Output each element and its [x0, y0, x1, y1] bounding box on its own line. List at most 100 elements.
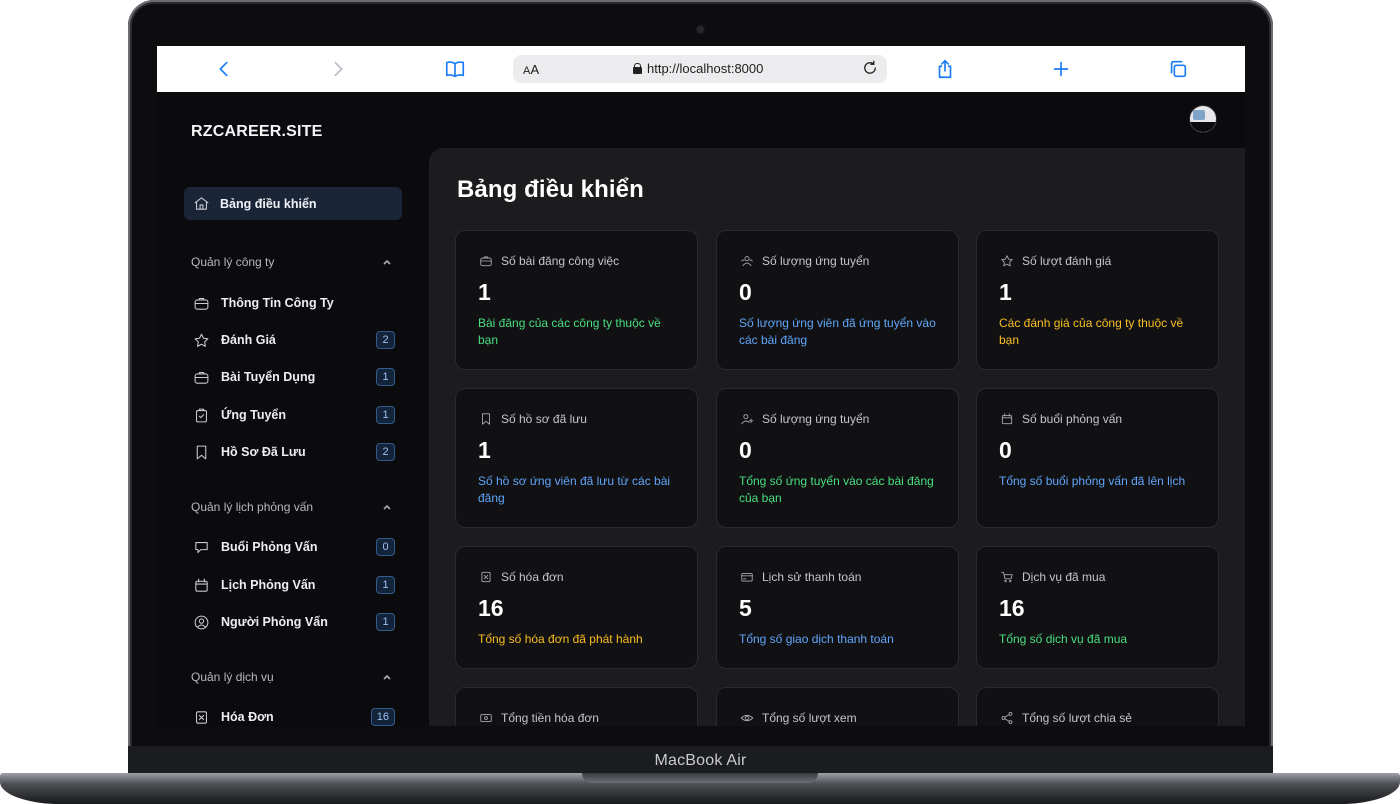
briefcase-icon [192, 294, 210, 312]
address-bar[interactable]: AA http://localhost:8000 [513, 55, 887, 83]
section-title-services[interactable]: Quản lý dịch vụ [191, 670, 274, 684]
card-value: 1 [478, 279, 491, 305]
eye-icon [739, 710, 754, 725]
stat-card-invoice-total[interactable]: Tổng tiền hóa đơn [455, 687, 698, 726]
stat-card-interviews[interactable]: Số buổi phỏng vấn 0 Tổng số buổi phỏng v… [976, 388, 1219, 528]
invoice-icon [192, 708, 210, 726]
page-title: Bảng điều khiển [457, 176, 644, 203]
card-title: Số lượng ứng tuyển [762, 253, 870, 268]
card-title: Tổng số lượt chia sẻ [1022, 710, 1132, 725]
card-value: 1 [999, 279, 1012, 305]
screen: AA http://localhost:8000 RZCAREER.SITE B… [157, 46, 1245, 726]
user-avatar[interactable] [1189, 105, 1217, 133]
card-value: 16 [999, 595, 1025, 621]
card-value: 0 [739, 437, 752, 463]
card-description: Số lượng ứng viên đã ứng tuyển vào các b… [739, 316, 936, 347]
sidebar-item-interviewers[interactable]: Người Phỏng Vấn 1 [192, 610, 396, 634]
chevron-up-icon[interactable] [381, 670, 393, 682]
home-icon [192, 195, 210, 213]
sidebar-item-interview-schedule[interactable]: Lịch Phỏng Vấn 1 [192, 573, 396, 597]
share-sheet-icon[interactable] [933, 57, 957, 81]
briefcase-icon [478, 253, 493, 268]
count-badge: 1 [376, 406, 395, 424]
text-size-button[interactable]: AA [523, 62, 539, 77]
sidebar-item-label: Người Phỏng Vấn [221, 615, 328, 629]
sidebar-item-applications[interactable]: Ứng Tuyển 1 [192, 403, 396, 427]
new-tab-icon[interactable] [1049, 57, 1073, 81]
stat-card-total-applications[interactable]: Số lượng ứng tuyển 0 Tổng số ứng tuyển v… [716, 388, 959, 528]
camera [697, 26, 704, 33]
card-title: Lịch sử thanh toán [762, 569, 862, 584]
stat-card-saved-profiles[interactable]: Số hồ sơ đã lưu 1 Số hồ sơ ứng viên đã l… [455, 388, 698, 528]
forward-icon[interactable] [326, 57, 350, 81]
card-value: 16 [478, 595, 504, 621]
device-label: MacBook Air [128, 746, 1273, 774]
briefcase-icon [192, 368, 210, 386]
stat-card-job-posts[interactable]: Số bài đăng công việc 1 Bài đăng của các… [455, 230, 698, 370]
cash-icon [478, 710, 493, 725]
sidebar-item-label: Hồ Sơ Đã Lưu [221, 445, 306, 459]
user-plus-icon [739, 411, 754, 426]
browser-toolbar: AA http://localhost:8000 [157, 46, 1245, 92]
nav-dashboard[interactable]: Bảng điều khiển [184, 187, 402, 220]
section-title-company[interactable]: Quản lý công ty [191, 255, 274, 269]
count-badge: 2 [376, 331, 395, 349]
sidebar-item-reviews[interactable]: Đánh Giá 2 [192, 328, 396, 352]
chat-icon [192, 538, 210, 556]
sidebar-item-label: Hóa Đơn [221, 710, 274, 724]
card-description: Bài đăng của các công ty thuộc về bạn [478, 316, 661, 347]
sidebar-item-label: Bài Tuyển Dụng [221, 370, 316, 384]
reload-icon[interactable] [861, 59, 881, 79]
sidebar-item-label: Ứng Tuyển [221, 408, 286, 422]
back-icon[interactable] [212, 57, 236, 81]
user-circle-icon [192, 613, 210, 631]
sidebar-item-saved-profiles[interactable]: Hồ Sơ Đã Lưu 2 [192, 440, 396, 464]
card-description: Các đánh giá của công ty thuộc về bạn [999, 316, 1184, 347]
url-field[interactable]: http://localhost:8000 [633, 61, 763, 76]
sidebar-item-company-info[interactable]: Thông Tin Công Ty [192, 291, 396, 315]
card-description: Số hồ sơ ứng viên đã lưu từ các bài đăng [478, 474, 671, 505]
stat-card-reviews[interactable]: Số lượt đánh giá 1 Các đánh giá của công… [976, 230, 1219, 370]
card-title: Tổng tiền hóa đơn [501, 710, 599, 725]
app: RZCAREER.SITE Bảng điều khiển Quản lý cô… [157, 92, 1245, 726]
card-value: 1 [478, 437, 491, 463]
section-title-interviews[interactable]: Quản lý lịch phỏng vấn [191, 500, 313, 514]
count-badge: 0 [376, 538, 395, 556]
sidebar-item-job-posts[interactable]: Bài Tuyển Dụng 1 [192, 365, 396, 389]
bookmark-icon [192, 443, 210, 461]
sidebar-item-label: Đánh Giá [221, 333, 276, 347]
sidebar-item-interview-sessions[interactable]: Buổi Phỏng Vấn 0 [192, 535, 396, 559]
count-badge: 1 [376, 576, 395, 594]
card-description: Tổng số giao dịch thanh toán [739, 632, 894, 646]
main-panel: Bảng điều khiển Số bài đăng công việc 1 … [429, 148, 1245, 726]
sidebar-item-label: Lịch Phỏng Vấn [221, 578, 316, 592]
card-title: Tổng số lượt xem [762, 710, 857, 725]
sidebar-item-label: Buổi Phỏng Vấn [221, 540, 318, 554]
card-title: Số hóa đơn [501, 569, 564, 584]
card-description: Tổng số dịch vụ đã mua [999, 632, 1128, 646]
share-icon [999, 710, 1014, 725]
sidebar-item-label: Thông Tin Công Ty [221, 296, 334, 310]
users-icon [739, 253, 754, 268]
stat-card-purchased-services[interactable]: Dịch vụ đã mua 16 Tổng số dịch vụ đã mua [976, 546, 1219, 669]
star-icon [999, 253, 1014, 268]
stat-card-payment-history[interactable]: Lịch sử thanh toán 5 Tổng số giao dịch t… [716, 546, 959, 669]
tabs-overview-icon[interactable] [1166, 57, 1190, 81]
card-description: Tổng số ứng tuyển vào các bài đăng của b… [739, 474, 934, 505]
chevron-up-icon[interactable] [381, 255, 393, 267]
nav-dashboard-label: Bảng điều khiển [220, 196, 317, 211]
card-value: 0 [999, 437, 1012, 463]
stat-card-shares[interactable]: Tổng số lượt chia sẻ [976, 687, 1219, 726]
stat-card-views[interactable]: Tổng số lượt xem [716, 687, 959, 726]
card-value: 0 [739, 279, 752, 305]
card-title: Số lượng ứng tuyển [762, 411, 870, 426]
chevron-up-icon[interactable] [381, 500, 393, 512]
sidebar: Bảng điều khiển Quản lý công ty Thông Ti… [157, 92, 429, 726]
star-icon [192, 331, 210, 349]
card-value: 5 [739, 595, 752, 621]
bookmarks-icon[interactable] [443, 57, 467, 81]
stat-card-applications[interactable]: Số lượng ứng tuyển 0 Số lượng ứng viên đ… [716, 230, 959, 370]
sidebar-item-invoices[interactable]: Hóa Đơn 16 [192, 705, 396, 726]
card-description: Tổng số buổi phỏng vấn đã lên lịch [999, 474, 1186, 488]
stat-card-invoices[interactable]: Số hóa đơn 16 Tổng số hóa đơn đã phát hà… [455, 546, 698, 669]
